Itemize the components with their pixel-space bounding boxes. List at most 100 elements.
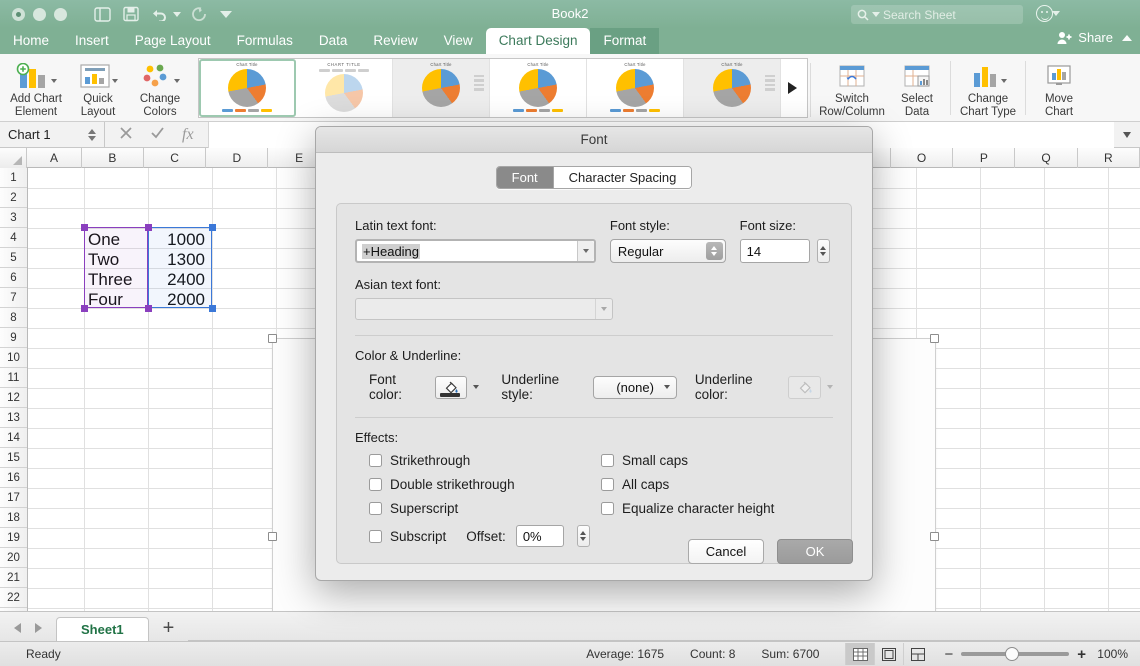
cancel-button[interactable]: Cancel xyxy=(688,539,764,564)
row-header-8[interactable]: 8 xyxy=(0,308,27,328)
row-header-19[interactable]: 19 xyxy=(0,528,27,548)
column-header-b[interactable]: B xyxy=(82,148,144,168)
customize-toolbar-icon[interactable] xyxy=(213,3,239,25)
checkbox-box[interactable] xyxy=(601,502,614,515)
zoom-control[interactable]: − + xyxy=(932,646,1096,663)
selection-handle[interactable] xyxy=(208,304,216,312)
segmented-control[interactable]: Font Character Spacing xyxy=(495,166,693,189)
checkbox-box[interactable] xyxy=(369,454,382,467)
change-chart-type-dropdown-icon[interactable] xyxy=(1000,78,1007,83)
checkbox-box[interactable] xyxy=(369,502,382,515)
quick-layout-button[interactable]: Quick Layout xyxy=(67,57,129,119)
tab-formulas[interactable]: Formulas xyxy=(224,28,306,54)
add-chart-element-button[interactable]: Add Chart Element xyxy=(5,57,67,119)
chart-style-gallery[interactable]: Chart Title CHART TITLE Chart Title Char… xyxy=(198,57,808,118)
checkbox-equalize-character-height[interactable]: Equalize character height xyxy=(601,501,833,516)
tab-review[interactable]: Review xyxy=(360,28,430,54)
tab-home[interactable]: Home xyxy=(0,28,62,54)
search-input[interactable]: Search Sheet xyxy=(851,5,1023,24)
column-header-c[interactable]: C xyxy=(144,148,207,168)
change-colors-dropdown-icon[interactable] xyxy=(173,78,180,83)
tab-format[interactable]: Format xyxy=(590,28,660,54)
select-data-button[interactable]: Select Data xyxy=(886,57,948,119)
checkbox-superscript[interactable]: Superscript xyxy=(369,501,601,516)
chart-style-item-4[interactable]: Chart Title xyxy=(490,58,587,117)
selection-handle[interactable] xyxy=(80,223,88,231)
collapse-ribbon-icon[interactable] xyxy=(1122,34,1132,41)
name-box-stepper[interactable] xyxy=(88,128,96,141)
tab-chart-design[interactable]: Chart Design xyxy=(485,28,591,54)
undo-icon[interactable] xyxy=(147,3,173,25)
row-header-1[interactable]: 1 xyxy=(0,168,27,188)
font-color-dropdown-icon[interactable] xyxy=(473,385,480,389)
window-controls[interactable] xyxy=(12,7,67,21)
row-header-6[interactable]: 6 xyxy=(0,268,27,288)
gallery-next-button[interactable] xyxy=(781,58,803,117)
row-header-15[interactable]: 15 xyxy=(0,448,27,468)
share-button[interactable]: Share xyxy=(1057,30,1113,45)
latin-text-font-combo[interactable]: +Heading xyxy=(355,239,596,263)
cancel-icon[interactable] xyxy=(119,126,133,144)
checkbox-box[interactable] xyxy=(369,478,382,491)
row-header-3[interactable]: 3 xyxy=(0,208,27,228)
column-header-a[interactable]: A xyxy=(27,148,82,168)
chart-resize-handle[interactable] xyxy=(268,532,277,541)
row-header-14[interactable]: 14 xyxy=(0,428,27,448)
row-header-21[interactable]: 21 xyxy=(0,568,27,588)
close-button[interactable] xyxy=(12,7,25,21)
column-header-o[interactable]: O xyxy=(891,148,954,168)
sidebar-toggle-icon[interactable] xyxy=(89,3,115,25)
row-header-22[interactable]: 22 xyxy=(0,588,27,608)
row-header-20[interactable]: 20 xyxy=(0,548,27,568)
select-all-button[interactable] xyxy=(0,148,28,168)
add-sheet-button[interactable]: + xyxy=(149,618,189,641)
switch-row-column-button[interactable]: Switch Row/Column xyxy=(818,57,886,119)
share-area[interactable]: Share xyxy=(1057,30,1132,45)
accept-icon[interactable] xyxy=(150,126,165,144)
quick-access-toolbar[interactable] xyxy=(89,3,239,25)
chart-resize-handle[interactable] xyxy=(268,334,277,343)
checkbox-all-caps[interactable]: All caps xyxy=(601,477,833,492)
selection-handle[interactable] xyxy=(144,304,152,312)
ok-button[interactable]: OK xyxy=(777,539,853,564)
checkbox-box[interactable] xyxy=(601,454,614,467)
zoom-in-button[interactable]: + xyxy=(1077,646,1086,663)
row-header-17[interactable]: 17 xyxy=(0,488,27,508)
chart-style-item-2[interactable]: CHART TITLE xyxy=(296,58,393,117)
row-header-7[interactable]: 7 xyxy=(0,288,27,308)
save-icon[interactable] xyxy=(118,3,144,25)
feedback-menu[interactable] xyxy=(1036,5,1060,22)
checkbox-box[interactable] xyxy=(601,478,614,491)
font-color-button[interactable] xyxy=(434,375,468,399)
zoom-button[interactable] xyxy=(54,7,67,21)
column-header-d[interactable]: D xyxy=(206,148,269,168)
checkbox-subscript[interactable]: Subscript Offset: 0% xyxy=(369,525,601,547)
row-header-11[interactable]: 11 xyxy=(0,368,27,388)
chart-resize-handle[interactable] xyxy=(930,334,939,343)
underline-style-popup[interactable]: (none) xyxy=(593,375,677,399)
row-header-9[interactable]: 9 xyxy=(0,328,27,348)
font-style-popup[interactable]: Regular xyxy=(609,239,726,263)
search-dropdown-icon[interactable] xyxy=(872,12,880,17)
row-header-18[interactable]: 18 xyxy=(0,508,27,528)
latin-font-dropdown-icon[interactable] xyxy=(576,241,594,261)
selection-handle[interactable] xyxy=(80,304,88,312)
stepper-down-icon[interactable] xyxy=(88,135,96,141)
row-header-5[interactable]: 5 xyxy=(0,248,27,268)
offset-stepper[interactable] xyxy=(576,525,590,547)
asian-text-font-combo[interactable] xyxy=(355,298,613,320)
undo-dropdown-icon[interactable] xyxy=(173,11,181,17)
font-size-stepper[interactable] xyxy=(816,239,830,263)
tab-character-spacing[interactable]: Character Spacing xyxy=(553,167,692,188)
sheet-tab-sheet1[interactable]: Sheet1 xyxy=(56,617,149,641)
move-chart-button[interactable]: Move Chart xyxy=(1028,57,1090,119)
previous-sheet-icon[interactable] xyxy=(14,623,21,633)
row-header-16[interactable]: 16 xyxy=(0,468,27,488)
tab-page-layout[interactable]: Page Layout xyxy=(122,28,224,54)
tab-data[interactable]: Data xyxy=(306,28,361,54)
selection-handle[interactable] xyxy=(208,223,216,231)
next-sheet-icon[interactable] xyxy=(35,623,42,633)
sheet-nav-arrows[interactable] xyxy=(0,623,56,641)
redo-icon[interactable] xyxy=(184,3,210,25)
quick-layout-dropdown-icon[interactable] xyxy=(111,78,118,83)
